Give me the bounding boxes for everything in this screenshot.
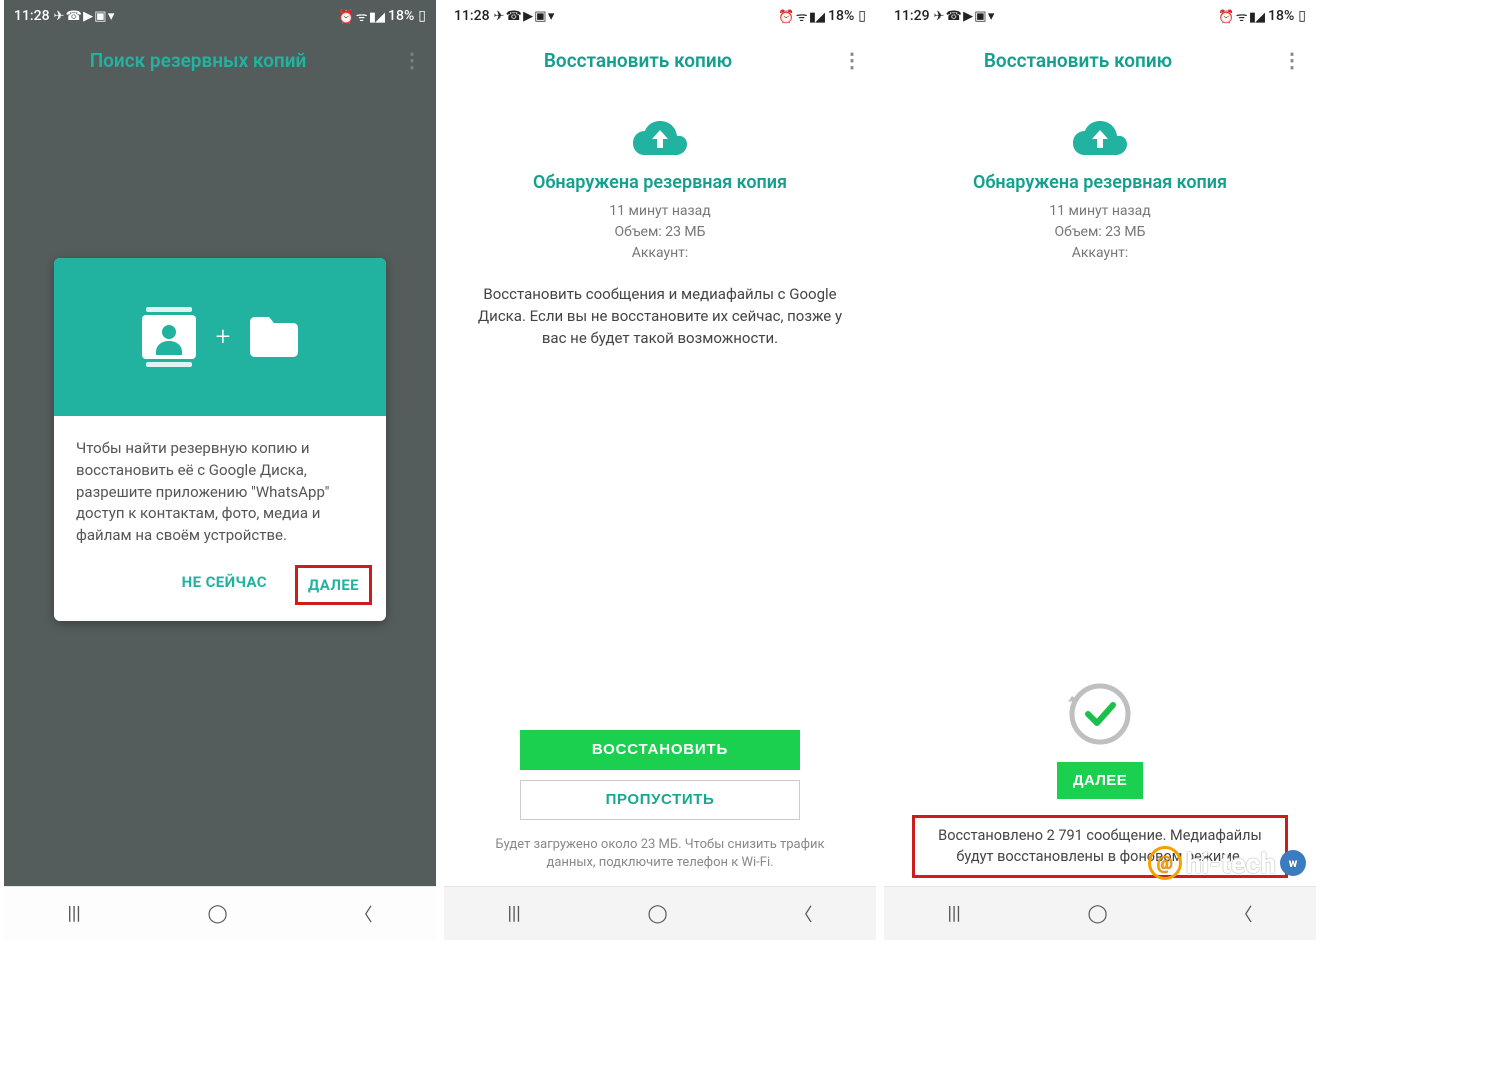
nav-back[interactable]: 〈 bbox=[775, 895, 833, 933]
app-bar: Восстановить копию ⋮ bbox=[444, 32, 876, 88]
backup-description: Восстановить сообщения и медиафайлы с Go… bbox=[462, 284, 858, 349]
nav-recents[interactable]: ||| bbox=[47, 897, 100, 930]
more-menu-icon[interactable]: ⋮ bbox=[402, 50, 422, 70]
android-nav-bar: ||| ◯ 〈 bbox=[4, 886, 436, 940]
status-bar: 11:28 ✈ ☎ ▶ ▣ ▾ ⏰ ᯤ ▮◢ 18% ▯ bbox=[444, 0, 876, 32]
backup-time: 11 минут назад bbox=[1049, 201, 1150, 222]
nav-home[interactable]: ◯ bbox=[188, 897, 248, 930]
nav-back[interactable]: 〈 bbox=[335, 895, 393, 933]
permission-card: + Чтобы найти резервную копию и восстано… bbox=[54, 258, 386, 621]
nav-recents[interactable]: ||| bbox=[927, 897, 980, 930]
status-left-icons: ✈ ☎ ▶ ▣ ▾ bbox=[934, 9, 994, 24]
status-right-icons: ⏰ ᯤ ▮◢ bbox=[1218, 7, 1264, 25]
cloud-upload-icon bbox=[631, 118, 689, 160]
android-nav-bar: ||| ◯ 〈 bbox=[884, 886, 1316, 940]
backup-meta: 11 минут назад Объем: 23 МБ Аккаунт: bbox=[1049, 201, 1150, 264]
more-menu-icon[interactable]: ⋮ bbox=[1282, 50, 1302, 70]
card-hero: + bbox=[54, 258, 386, 416]
watermark-at-icon: @ bbox=[1148, 846, 1182, 880]
backup-found-title: Обнаружена резервная копия bbox=[533, 172, 787, 193]
next-button[interactable]: ДАЛЕЕ bbox=[1057, 762, 1143, 799]
backup-size: Объем: 23 МБ bbox=[1049, 222, 1150, 243]
page-title: Восстановить копию bbox=[874, 49, 1282, 72]
status-bar: 11:28 ✈ ☎ ▶ ▣ ▾ ⏰ ᯤ ▮◢ 18% ▯ bbox=[4, 0, 436, 32]
not-now-button[interactable]: НЕ СЕЙЧАС bbox=[172, 565, 277, 605]
battery-icon: ▯ bbox=[418, 8, 426, 24]
status-time: 11:28 bbox=[454, 8, 490, 24]
watermark-text: hi-tech bbox=[1186, 847, 1276, 880]
status-battery: 18% bbox=[828, 8, 854, 24]
folder-icon bbox=[248, 316, 300, 358]
status-right-icons: ⏰ ᯤ ▮◢ bbox=[778, 7, 824, 25]
status-bar: 11:29 ✈ ☎ ▶ ▣ ▾ ⏰ ᯤ ▮◢ 18% ▯ bbox=[884, 0, 1316, 32]
status-time: 11:29 bbox=[894, 8, 930, 24]
success-checkmark-icon bbox=[1066, 680, 1134, 748]
card-text: Чтобы найти резервную копию и восстанови… bbox=[54, 416, 386, 557]
backup-account: Аккаунт: bbox=[609, 243, 710, 264]
phone-screen-2: 11:28 ✈ ☎ ▶ ▣ ▾ ⏰ ᯤ ▮◢ 18% ▯ Восстановит… bbox=[444, 0, 876, 940]
phone-screen-3: 11:29 ✈ ☎ ▶ ▣ ▾ ⏰ ᯤ ▮◢ 18% ▯ Восстановит… bbox=[884, 0, 1316, 940]
skip-button[interactable]: ПРОПУСТИТЬ bbox=[520, 780, 800, 820]
status-left-icons: ✈ ☎ ▶ ▣ ▾ bbox=[494, 9, 554, 24]
status-battery: 18% bbox=[1268, 8, 1294, 24]
status-right-icons: ⏰ ᯤ ▮◢ bbox=[338, 7, 384, 25]
app-bar: Поиск резервных копий ⋮ bbox=[4, 32, 436, 88]
backup-meta: 11 минут назад Объем: 23 МБ Аккаунт: bbox=[609, 201, 710, 264]
cloud-upload-icon bbox=[1071, 118, 1129, 160]
status-time: 11:28 bbox=[14, 8, 50, 24]
watermark: @ hi-tech w bbox=[1148, 846, 1306, 880]
restore-button[interactable]: ВОССТАНОВИТЬ bbox=[520, 730, 800, 770]
next-button[interactable]: ДАЛЕЕ bbox=[295, 565, 372, 605]
backup-size: Объем: 23 МБ bbox=[609, 222, 710, 243]
contact-stack-icon bbox=[140, 306, 198, 368]
page-title: Восстановить копию bbox=[434, 49, 842, 72]
more-menu-icon[interactable]: ⋮ bbox=[842, 50, 862, 70]
status-battery: 18% bbox=[388, 8, 414, 24]
nav-home[interactable]: ◯ bbox=[1068, 897, 1128, 930]
phone-screen-1: 11:28 ✈ ☎ ▶ ▣ ▾ ⏰ ᯤ ▮◢ 18% ▯ Поиск резер… bbox=[4, 0, 436, 940]
page-title: Поиск резервных копий bbox=[0, 49, 402, 72]
status-left-icons: ✈ ☎ ▶ ▣ ▾ bbox=[54, 9, 114, 24]
nav-home[interactable]: ◯ bbox=[628, 897, 688, 930]
android-nav-bar: ||| ◯ 〈 bbox=[444, 886, 876, 940]
watermark-vk-icon: w bbox=[1280, 850, 1306, 876]
backup-found-title: Обнаружена резервная копия bbox=[973, 172, 1227, 193]
plus-icon: + bbox=[216, 322, 231, 352]
battery-icon: ▯ bbox=[858, 8, 866, 24]
app-bar: Восстановить копию ⋮ bbox=[884, 32, 1316, 88]
nav-recents[interactable]: ||| bbox=[487, 897, 540, 930]
download-footnote: Будет загружено около 23 МБ. Чтобы снизи… bbox=[482, 836, 838, 872]
backup-time: 11 минут назад bbox=[609, 201, 710, 222]
backup-account: Аккаунт: bbox=[1049, 243, 1150, 264]
battery-icon: ▯ bbox=[1298, 8, 1306, 24]
nav-back[interactable]: 〈 bbox=[1215, 895, 1273, 933]
